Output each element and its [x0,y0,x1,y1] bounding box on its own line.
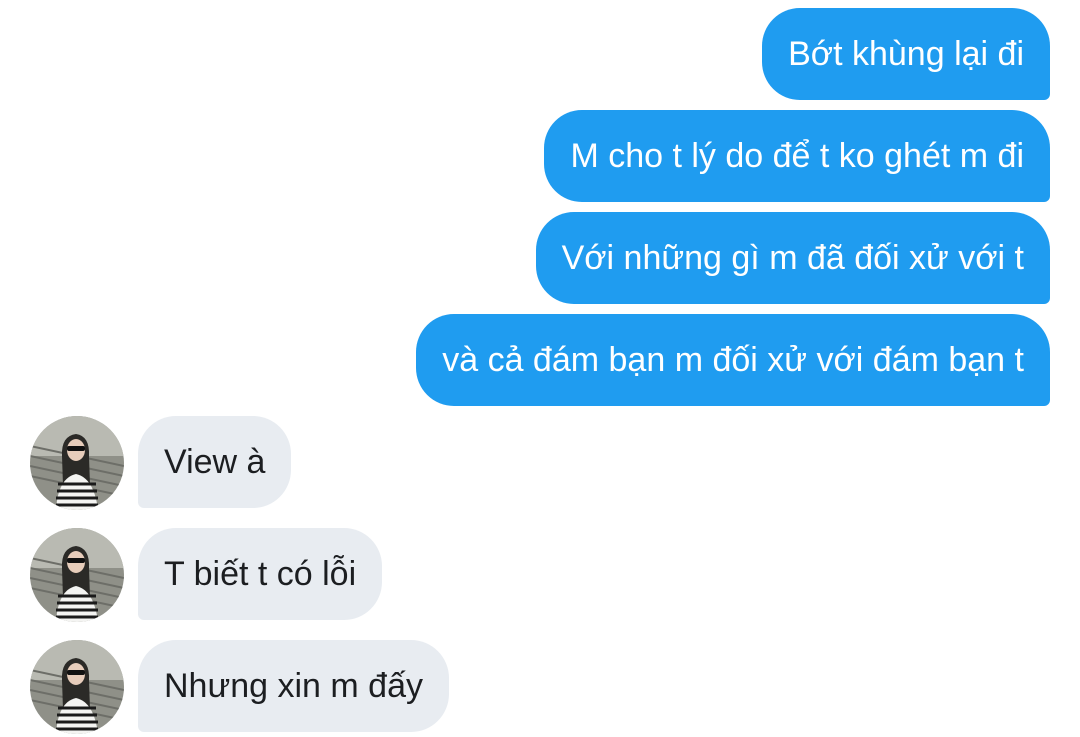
contact-avatar[interactable] [30,528,124,622]
incoming-message[interactable]: T biết t có lỗi [138,528,383,620]
outgoing-message[interactable]: Với những gì m đã đối xử với t [535,212,1050,304]
outgoing-message[interactable]: M cho t lý do để t ko ghét m đi [544,110,1050,202]
incoming-message[interactable]: View à [138,416,292,508]
outgoing-message[interactable]: và cả đám bạn m đối xử với đám bạn t [416,314,1050,406]
avatar-photo [30,528,124,622]
outgoing-message[interactable]: Bớt khùng lại đi [762,8,1050,100]
avatar-photo [30,640,124,734]
incoming-message[interactable]: Nhưng xin m đấy [138,640,449,732]
contact-avatar[interactable] [30,416,124,510]
avatar-photo [30,416,124,510]
contact-avatar[interactable] [30,640,124,734]
